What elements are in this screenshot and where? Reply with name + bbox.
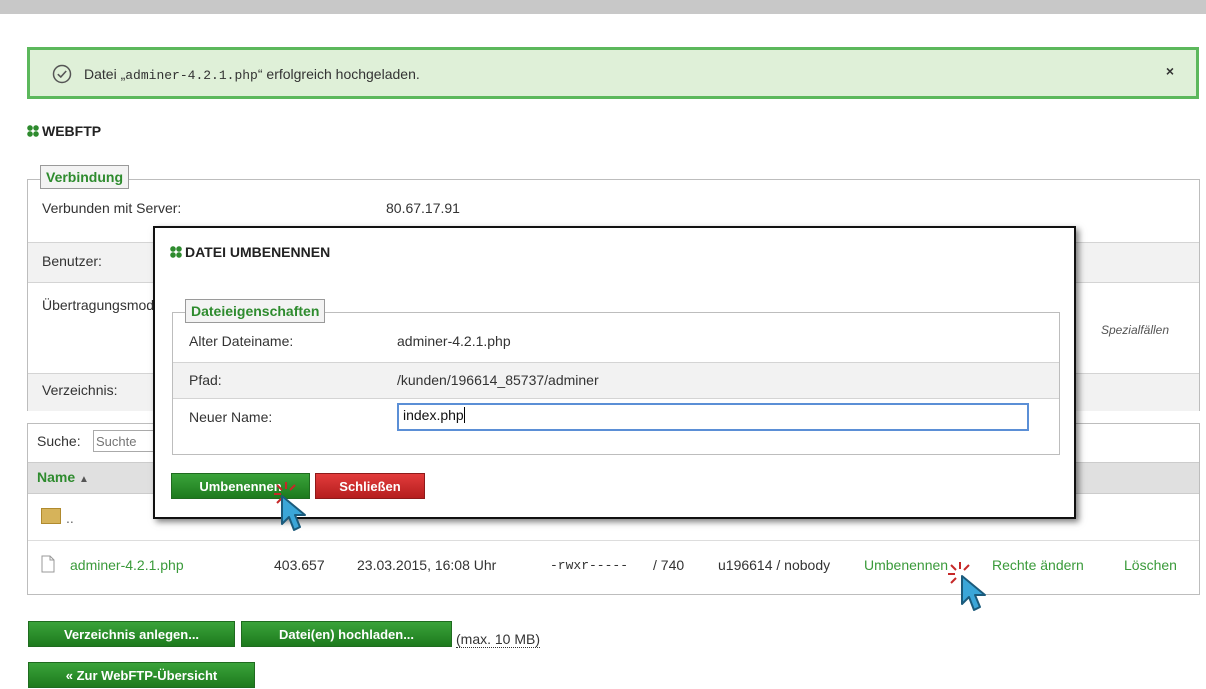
page-title: WEBFTP	[27, 123, 101, 139]
close-icon[interactable]: ×	[1166, 63, 1174, 79]
file-icon	[41, 555, 55, 573]
rename-link[interactable]: Umbenennen	[864, 557, 948, 573]
alert-prefix: Datei „	[84, 66, 126, 82]
text-caret	[463, 407, 465, 423]
top-gray-bar	[0, 0, 1206, 14]
path-row: Pfad: /kunden/196614_85737/adminer	[173, 362, 1059, 398]
old-name-label: Alter Dateiname:	[189, 333, 294, 349]
alert-message: Datei „adminer-4.2.1.php“ erfolgreich ho…	[84, 66, 420, 83]
path-label: Pfad:	[189, 372, 222, 388]
file-owner: u196614 / nobody	[718, 557, 831, 573]
max-size-note: (max. 10 MB)	[456, 631, 541, 648]
upload-files-button[interactable]: Datei(en) hochladen...	[241, 621, 452, 647]
search-label: Suche:	[37, 433, 81, 449]
alert-filename: adminer-4.2.1.php	[125, 68, 258, 83]
folder-icon	[41, 508, 61, 524]
old-name-value: adminer-4.2.1.php	[397, 333, 511, 349]
file-octal: / 740	[653, 557, 685, 573]
table-row: adminer-4.2.1.php 403.657 23.03.2015, 16…	[28, 548, 1199, 586]
grid-icon	[170, 246, 182, 258]
file-permissions: -rwxr-----	[550, 558, 629, 573]
file-properties-legend: Dateieigenschaften	[185, 299, 326, 323]
name-column-header[interactable]: Name ▲	[37, 469, 89, 485]
path-value: /kunden/196614_85737/adminer	[397, 372, 599, 388]
new-name-value: index.php	[403, 407, 464, 423]
file-properties-fieldset: Alter Dateiname: adminer-4.2.1.php Pfad:…	[172, 312, 1060, 455]
new-name-row: Neuer Name: index.php	[173, 398, 1059, 455]
change-permissions-link[interactable]: Rechte ändern	[992, 557, 1084, 573]
server-value: 80.67.17.91	[386, 200, 460, 216]
file-size: 403.657	[274, 557, 325, 573]
close-dialog-button[interactable]: Schließen	[315, 473, 425, 499]
new-name-input[interactable]: index.php	[397, 403, 1029, 431]
mouse-pointer-icon	[281, 495, 306, 531]
mouse-pointer-icon	[961, 575, 986, 611]
dialog-title: DATEI UMBENENNEN	[170, 244, 330, 260]
create-directory-button[interactable]: Verzeichnis anlegen...	[28, 621, 235, 647]
file-date: 23.03.2015, 16:08 Uhr	[357, 557, 497, 573]
check-circle-icon	[52, 64, 72, 84]
connection-legend: Verbindung	[40, 165, 129, 189]
file-name-link[interactable]: adminer-4.2.1.php	[70, 557, 184, 573]
success-alert: Datei „adminer-4.2.1.php“ erfolgreich ho…	[27, 47, 1199, 99]
dir-label: Verzeichnis:	[42, 382, 118, 398]
back-to-overview-button[interactable]: « Zur WebFTP-Übersicht	[28, 662, 255, 688]
delete-link[interactable]: Löschen	[1124, 557, 1177, 573]
user-label: Benutzer:	[42, 253, 102, 269]
alert-suffix: “ erfolgreich hochgeladen.	[257, 66, 420, 82]
name-header-text: Name	[37, 469, 76, 485]
server-label: Verbunden mit Server:	[42, 200, 182, 216]
parent-dir-link[interactable]: ..	[66, 510, 74, 526]
sort-asc-icon: ▲	[79, 474, 89, 485]
grid-icon	[27, 125, 39, 137]
mode-note: Spezialfällen	[1100, 323, 1169, 337]
connection-row-server: Verbunden mit Server: 80.67.17.91	[28, 191, 1199, 227]
new-name-label: Neuer Name:	[189, 409, 273, 425]
page-title-text: WEBFTP	[42, 123, 102, 139]
dialog-title-text: DATEI UMBENENNEN	[185, 244, 331, 260]
